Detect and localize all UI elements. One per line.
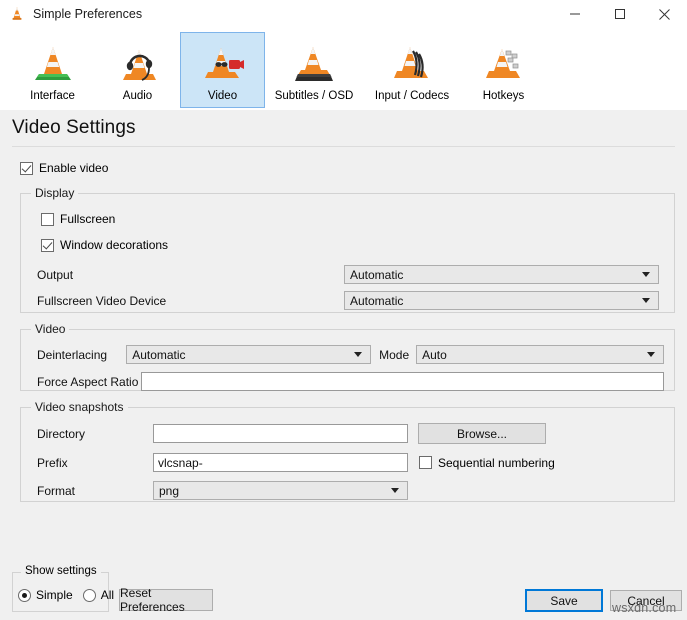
output-label: Output <box>37 267 74 282</box>
tab-label: Input / Codecs <box>374 90 450 102</box>
tab-label: Subtitles / OSD <box>274 90 354 102</box>
enable-video-label: Enable video <box>39 161 109 175</box>
tab-label: Hotkeys <box>482 90 525 102</box>
chevron-down-icon <box>391 488 399 493</box>
page-title: Video Settings <box>12 117 136 138</box>
enable-video-row[interactable]: Enable video <box>20 159 675 177</box>
fullscreen-checkbox[interactable] <box>41 212 54 226</box>
show-settings-radios: Simple All <box>18 588 124 602</box>
radio-simple-label: Simple <box>36 588 73 602</box>
window-controls <box>552 0 687 28</box>
mode-combobox[interactable]: Auto <box>416 345 664 364</box>
sequential-numbering-checkbox[interactable] <box>419 456 432 469</box>
sequential-numbering-row[interactable]: Sequential numbering <box>419 454 555 472</box>
video-group: Video Deinterlacing Automatic Mode Auto … <box>20 322 675 391</box>
enable-video-checkbox[interactable] <box>20 161 33 175</box>
vlc-cone-icon <box>8 5 26 23</box>
video-snapshots-group-title: Video snapshots <box>31 400 128 414</box>
radio-all-label: All <box>100 588 115 602</box>
chevron-down-icon <box>354 352 363 357</box>
force-aspect-ratio-label: Force Aspect Ratio <box>37 374 139 389</box>
video-group-title: Video <box>31 322 70 336</box>
fullscreen-video-device-combobox[interactable]: Automatic <box>344 291 659 310</box>
chevron-down-icon <box>642 298 650 303</box>
tab-label: Video <box>207 90 238 102</box>
fullscreen-video-device-label: Fullscreen Video Device <box>37 293 167 308</box>
prefix-label: Prefix <box>37 455 68 470</box>
output-value: Automatic <box>350 267 404 282</box>
deinterlacing-label: Deinterlacing <box>37 347 108 362</box>
page-header: Video Settings <box>0 110 687 140</box>
fullscreen-video-device-row: Fullscreen Video Device Automatic <box>31 291 664 310</box>
deinterlacing-value: Automatic <box>132 347 186 362</box>
output-row: Output Automatic <box>31 265 664 284</box>
tab-label: Interface <box>30 90 75 102</box>
window-decorations-checkbox[interactable] <box>41 238 54 252</box>
settings-content: Enable video Display Fullscreen Window d… <box>0 159 687 502</box>
show-settings-title: Show settings <box>21 565 101 577</box>
tab-video[interactable]: Video <box>180 32 265 108</box>
minimize-icon[interactable] <box>552 0 597 28</box>
deinterlacing-combobox[interactable]: Automatic <box>126 345 372 364</box>
deinterlacing-row: Deinterlacing Automatic Mode Auto <box>31 345 664 364</box>
prefix-row: Prefix vlcsnap- Sequential numbering <box>31 453 664 472</box>
directory-row: Directory Browse... <box>31 423 664 444</box>
vlc-cone-headphones-icon <box>116 38 160 86</box>
force-aspect-ratio-input[interactable] <box>140 372 664 391</box>
tab-interface[interactable]: Interface <box>10 32 95 108</box>
window-title: Simple Preferences <box>33 7 143 21</box>
title-bar: Simple Preferences <box>0 0 687 28</box>
display-group: Display Fullscreen Window decorations Ou… <box>20 186 675 313</box>
maximize-icon[interactable] <box>597 0 642 28</box>
chevron-down-icon <box>647 352 655 357</box>
sequential-numbering-label: Sequential numbering <box>438 455 555 470</box>
tab-hotkeys[interactable]: Hotkeys <box>461 32 546 108</box>
mode-label: Mode <box>379 347 410 362</box>
header-divider <box>12 146 675 147</box>
vlc-cone-subtitles-icon <box>292 38 336 86</box>
prefix-input[interactable]: vlcsnap- <box>153 453 408 472</box>
tab-input-codecs[interactable]: Input / Codecs <box>363 32 461 108</box>
close-icon[interactable] <box>642 0 687 28</box>
dialog-footer: Show settings Simple All Reset Preferenc… <box>0 565 687 620</box>
fullscreen-row[interactable]: Fullscreen <box>41 210 664 228</box>
vlc-cone-input-icon <box>390 38 434 86</box>
reset-preferences-button[interactable]: Reset Preferences <box>119 586 213 614</box>
radio-simple[interactable] <box>18 588 31 602</box>
show-settings-group: Show settings Simple All <box>12 565 114 612</box>
vlc-cone-hotkeys-icon <box>482 38 526 86</box>
radio-all[interactable] <box>82 588 96 602</box>
force-aspect-ratio-row: Force Aspect Ratio <box>31 372 664 391</box>
format-combobox[interactable]: png <box>153 481 408 500</box>
display-group-title: Display <box>31 186 79 200</box>
format-row: Format png <box>31 481 664 500</box>
fullscreen-label: Fullscreen <box>60 212 116 226</box>
directory-label: Directory <box>37 426 86 441</box>
vlc-cone-video-icon <box>201 38 245 86</box>
output-combobox[interactable]: Automatic <box>344 265 659 284</box>
fullscreen-video-device-value: Automatic <box>350 293 404 308</box>
save-button[interactable]: Save <box>525 589 603 612</box>
format-label: Format <box>37 483 76 498</box>
mode-value: Auto <box>422 347 447 362</box>
vlc-cone-interface-icon <box>31 38 75 86</box>
preferences-toolbar: Interface Audio Video Subtitles / OSD In… <box>0 28 687 110</box>
window-decorations-row[interactable]: Window decorations <box>41 236 664 254</box>
tab-subtitles-osd[interactable]: Subtitles / OSD <box>265 32 363 108</box>
tab-audio[interactable]: Audio <box>95 32 180 108</box>
video-snapshots-group: Video snapshots Directory Browse... Pref… <box>20 400 675 502</box>
tab-label: Audio <box>122 90 153 102</box>
format-value: png <box>159 483 180 498</box>
chevron-down-icon <box>642 272 650 277</box>
window-decorations-label: Window decorations <box>60 238 169 252</box>
browse-button[interactable]: Browse... <box>418 423 546 444</box>
watermark: wsxdn.com <box>612 601 677 615</box>
directory-input[interactable] <box>153 424 408 443</box>
